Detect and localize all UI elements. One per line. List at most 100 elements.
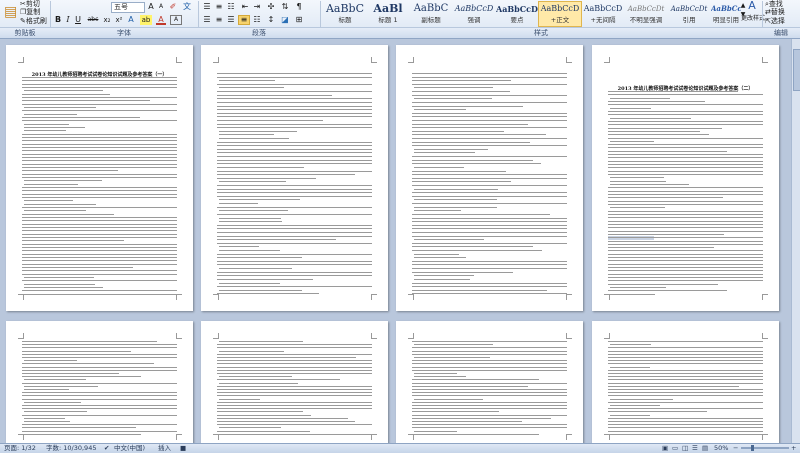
shading-icon[interactable]: ◪ <box>280 15 290 25</box>
format-painter-button[interactable]: ✎格式刷 <box>20 17 47 26</box>
line-spacing-icon[interactable]: ↕ <box>266 15 276 25</box>
text-line <box>610 207 665 208</box>
style-tile-heading1[interactable]: AaBl 标题 1 <box>366 1 410 27</box>
change-styles-icon[interactable]: A <box>746 0 758 11</box>
bullets-icon[interactable]: ☰ <box>202 2 212 12</box>
page-7[interactable] <box>396 321 583 443</box>
distributed-icon[interactable]: ☷ <box>252 15 262 25</box>
style-tile-strong[interactable]: AaBbCcD 要点 <box>495 1 539 27</box>
text-line <box>217 236 372 237</box>
grow-font-icon[interactable]: A <box>146 2 156 12</box>
paste-icon[interactable]: ▤ <box>4 1 17 23</box>
text-line <box>608 144 763 145</box>
text-line <box>412 392 567 393</box>
style-tile-normal[interactable]: AaBbCcD +正文 <box>538 1 582 27</box>
justify-icon[interactable]: ≡ <box>238 15 250 25</box>
highlight-color-icon[interactable]: ab <box>140 15 152 25</box>
align-center-icon[interactable]: ≡ <box>214 15 224 25</box>
font-size-select[interactable]: 五号 <box>111 2 145 13</box>
align-left-icon[interactable]: ☰ <box>202 15 212 25</box>
text-line <box>608 257 763 258</box>
show-marks-icon[interactable]: ¶ <box>294 2 304 12</box>
text-line <box>24 418 65 419</box>
char-border-icon[interactable]: A <box>170 15 182 25</box>
text-line <box>414 431 457 432</box>
text-line <box>22 230 177 231</box>
group-separator <box>762 1 763 27</box>
replace-button[interactable]: ⇄替换 <box>765 8 785 17</box>
text-line <box>217 149 372 150</box>
superscript-button[interactable]: x² <box>114 15 124 25</box>
text-line <box>412 113 567 114</box>
document-workspace[interactable]: 2013 年幼儿教师招聘考试试卷论知识试题及参考答案（一） 2013 年幼儿教师… <box>0 39 800 443</box>
text-line <box>22 383 177 384</box>
page-1[interactable] <box>6 45 193 311</box>
text-line <box>608 347 763 348</box>
subscript-button[interactable]: x₂ <box>102 15 112 25</box>
decrease-indent-icon[interactable]: ⇤ <box>240 2 250 12</box>
font-color-icon[interactable]: A <box>156 15 166 25</box>
text-line <box>412 250 542 251</box>
select-button[interactable]: ⇱选择 <box>765 17 785 26</box>
text-line <box>608 217 763 218</box>
text-line <box>217 116 372 117</box>
increase-indent-icon[interactable]: ⇥ <box>252 2 262 12</box>
text-line <box>412 95 567 96</box>
text-line <box>217 167 304 168</box>
page-6[interactable] <box>201 321 388 443</box>
bold-button[interactable]: B <box>54 15 62 25</box>
align-right-icon[interactable]: ☰ <box>226 15 236 25</box>
crop-mark <box>213 333 219 339</box>
text-line <box>414 257 466 258</box>
multilevel-list-icon[interactable]: ☷ <box>226 2 236 12</box>
vertical-scrollbar[interactable] <box>791 39 800 443</box>
text-line <box>217 402 372 403</box>
text-line <box>608 274 763 275</box>
page-8[interactable] <box>592 321 779 443</box>
text-effect-icon[interactable]: A <box>126 15 136 25</box>
text-line <box>217 77 372 78</box>
style-tile-no-spacing[interactable]: AaBbCcD +无间隔 <box>581 1 625 27</box>
crop-mark <box>18 57 24 63</box>
text-line <box>22 341 157 342</box>
clear-format-icon[interactable]: ✐ <box>168 2 178 12</box>
text-line <box>22 274 177 275</box>
page-5[interactable] <box>6 321 193 443</box>
zoom-slider[interactable] <box>741 445 789 451</box>
italic-button[interactable]: I <box>64 15 72 25</box>
zoom-slider-knob[interactable] <box>751 445 754 451</box>
text-line <box>217 254 372 255</box>
text-line <box>22 150 177 151</box>
strikethrough-button[interactable]: abc <box>86 15 100 25</box>
text-line <box>608 363 763 364</box>
borders-icon[interactable]: ⊞ <box>294 15 304 25</box>
style-tile-subtitle[interactable]: AaBbC 副标题 <box>409 1 453 27</box>
page-3[interactable] <box>396 45 583 311</box>
sort-icon[interactable]: ⇅ <box>280 2 290 12</box>
text-line <box>22 367 177 368</box>
style-tile-title[interactable]: AaBbC 标题 <box>323 1 367 27</box>
copy-button[interactable]: ❐复制 <box>20 8 40 17</box>
text-line <box>217 405 372 406</box>
scrollbar-thumb[interactable] <box>793 49 800 91</box>
text-line <box>217 421 355 422</box>
pinyin-icon[interactable]: 文 <box>182 2 192 12</box>
style-tile-emphasis[interactable]: AaBbCcD 强调 <box>452 1 496 27</box>
numbering-icon[interactable]: ≡ <box>214 2 224 12</box>
text-line <box>217 411 303 412</box>
page-2[interactable] <box>201 45 388 311</box>
text-line <box>24 130 66 131</box>
text-line <box>217 124 372 125</box>
style-tile-subtle-emphasis[interactable]: AaBbCcDt 不明显强调 <box>624 1 668 27</box>
text-line <box>22 147 177 148</box>
style-tile-quote[interactable]: AaBbCcDt 引用 <box>667 1 711 27</box>
text-line <box>217 357 356 358</box>
style-tile-intense-quote[interactable]: AaBbCcDt明显引用 <box>710 1 742 27</box>
underline-button[interactable]: U <box>74 15 82 25</box>
shrink-font-icon[interactable]: A <box>156 2 166 12</box>
text-line <box>24 107 96 108</box>
text-line <box>610 108 651 109</box>
text-line <box>608 392 763 393</box>
text-line <box>412 347 567 348</box>
chinese-layout-icon[interactable]: ✣ <box>266 2 276 12</box>
